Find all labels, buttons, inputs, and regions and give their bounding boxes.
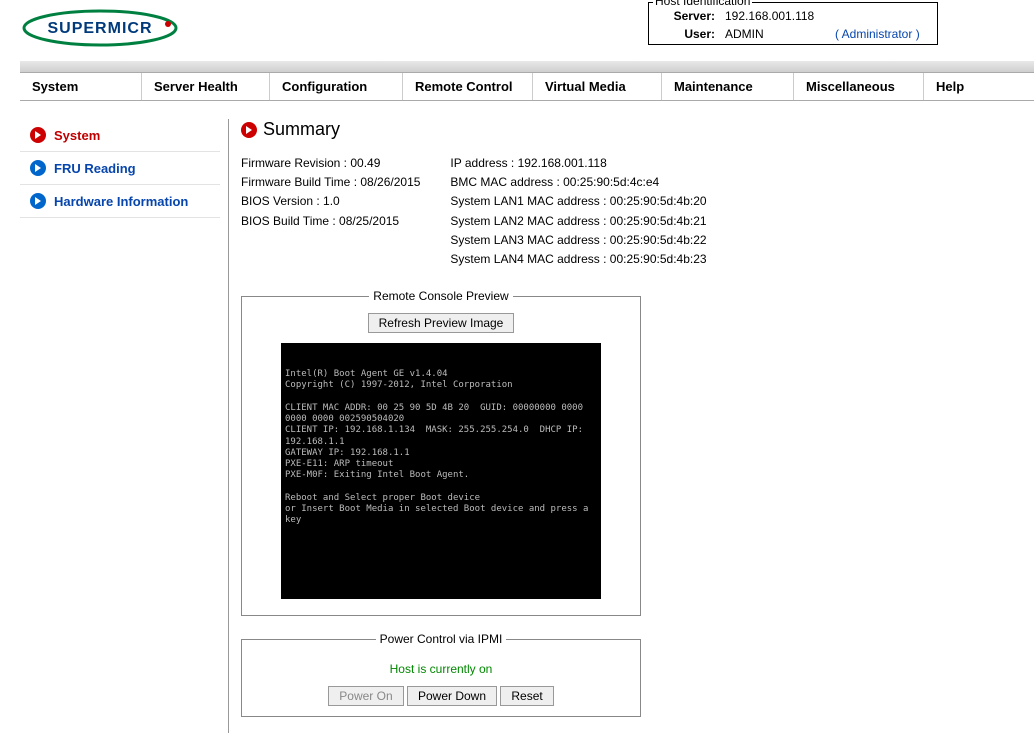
menu-system[interactable]: System [20, 73, 142, 100]
menu-virtual-media[interactable]: Virtual Media [533, 73, 662, 100]
main-menu-bar: System Server Health Configuration Remot… [20, 72, 1034, 101]
power-control-box: Power Control via IPMI Host is currently… [241, 632, 641, 717]
sidebar-label-system: System [54, 128, 100, 143]
sidebar-item-system[interactable]: System [20, 119, 220, 152]
lan4-mac: System LAN4 MAC address : 00:25:90:5d:4b… [450, 250, 706, 269]
menu-help[interactable]: Help [924, 73, 1004, 100]
menu-configuration[interactable]: Configuration [270, 73, 403, 100]
vertical-divider [228, 119, 229, 733]
info-left-column: Firmware Revision : 00.49 Firmware Build… [241, 154, 420, 269]
power-down-button[interactable]: Power Down [407, 686, 497, 706]
main-content: Summary Firmware Revision : 00.49 Firmwa… [241, 119, 1034, 733]
arrow-right-icon [30, 160, 46, 176]
menu-remote-control[interactable]: Remote Control [403, 73, 533, 100]
user-role: ( Administrator ) [835, 27, 920, 41]
firmware-build-time: Firmware Build Time : 08/26/2015 [241, 173, 420, 192]
server-value: 192.168.001.118 [725, 9, 835, 23]
lan3-mac: System LAN3 MAC address : 00:25:90:5d:4b… [450, 231, 706, 250]
info-right-column: IP address : 192.168.001.118 BMC MAC add… [450, 154, 706, 269]
brand-logo: SUPERMICR [20, 6, 180, 53]
refresh-preview-button[interactable]: Refresh Preview Image [368, 313, 515, 333]
menu-miscellaneous[interactable]: Miscellaneous [794, 73, 924, 100]
sidebar-label-hwinfo: Hardware Information [54, 194, 188, 209]
reset-button[interactable]: Reset [500, 686, 553, 706]
sidebar-item-hwinfo[interactable]: Hardware Information [20, 185, 220, 218]
power-on-button[interactable]: Power On [328, 686, 403, 706]
firmware-revision: Firmware Revision : 00.49 [241, 154, 420, 173]
arrow-right-icon [30, 193, 46, 209]
lan1-mac: System LAN1 MAC address : 00:25:90:5d:4b… [450, 192, 706, 211]
user-value: ADMIN [725, 27, 835, 41]
page-title: Summary [241, 119, 1034, 140]
sidebar-label-fru: FRU Reading [54, 161, 136, 176]
menu-maintenance[interactable]: Maintenance [662, 73, 794, 100]
page-title-text: Summary [263, 119, 340, 140]
ip-address: IP address : 192.168.001.118 [450, 154, 706, 173]
sidebar: System FRU Reading Hardware Information [20, 119, 220, 733]
menu-server-health[interactable]: Server Health [142, 73, 270, 100]
host-identification-box: Host Identification Server: 192.168.001.… [648, 2, 938, 45]
server-label: Server: [655, 9, 725, 23]
arrow-right-icon [30, 127, 46, 143]
svg-text:SUPERMICR: SUPERMICR [47, 20, 152, 37]
host-id-title: Host Identification [653, 0, 752, 8]
bios-version: BIOS Version : 1.0 [241, 192, 420, 211]
bmc-mac: BMC MAC address : 00:25:90:5d:4c:e4 [450, 173, 706, 192]
header-separator [20, 60, 1034, 72]
user-label: User: [655, 27, 725, 41]
power-control-legend: Power Control via IPMI [376, 632, 507, 646]
remote-console-preview-box: Remote Console Preview Refresh Preview I… [241, 289, 641, 616]
lan2-mac: System LAN2 MAC address : 00:25:90:5d:4b… [450, 212, 706, 231]
host-power-status: Host is currently on [252, 662, 630, 676]
console-preview-image[interactable]: Intel(R) Boot Agent GE v1.4.04 Copyright… [281, 343, 601, 599]
bios-build-time: BIOS Build Time : 08/25/2015 [241, 212, 420, 231]
remote-console-legend: Remote Console Preview [369, 289, 512, 303]
arrow-right-icon [241, 122, 257, 138]
sidebar-item-fru[interactable]: FRU Reading [20, 152, 220, 185]
